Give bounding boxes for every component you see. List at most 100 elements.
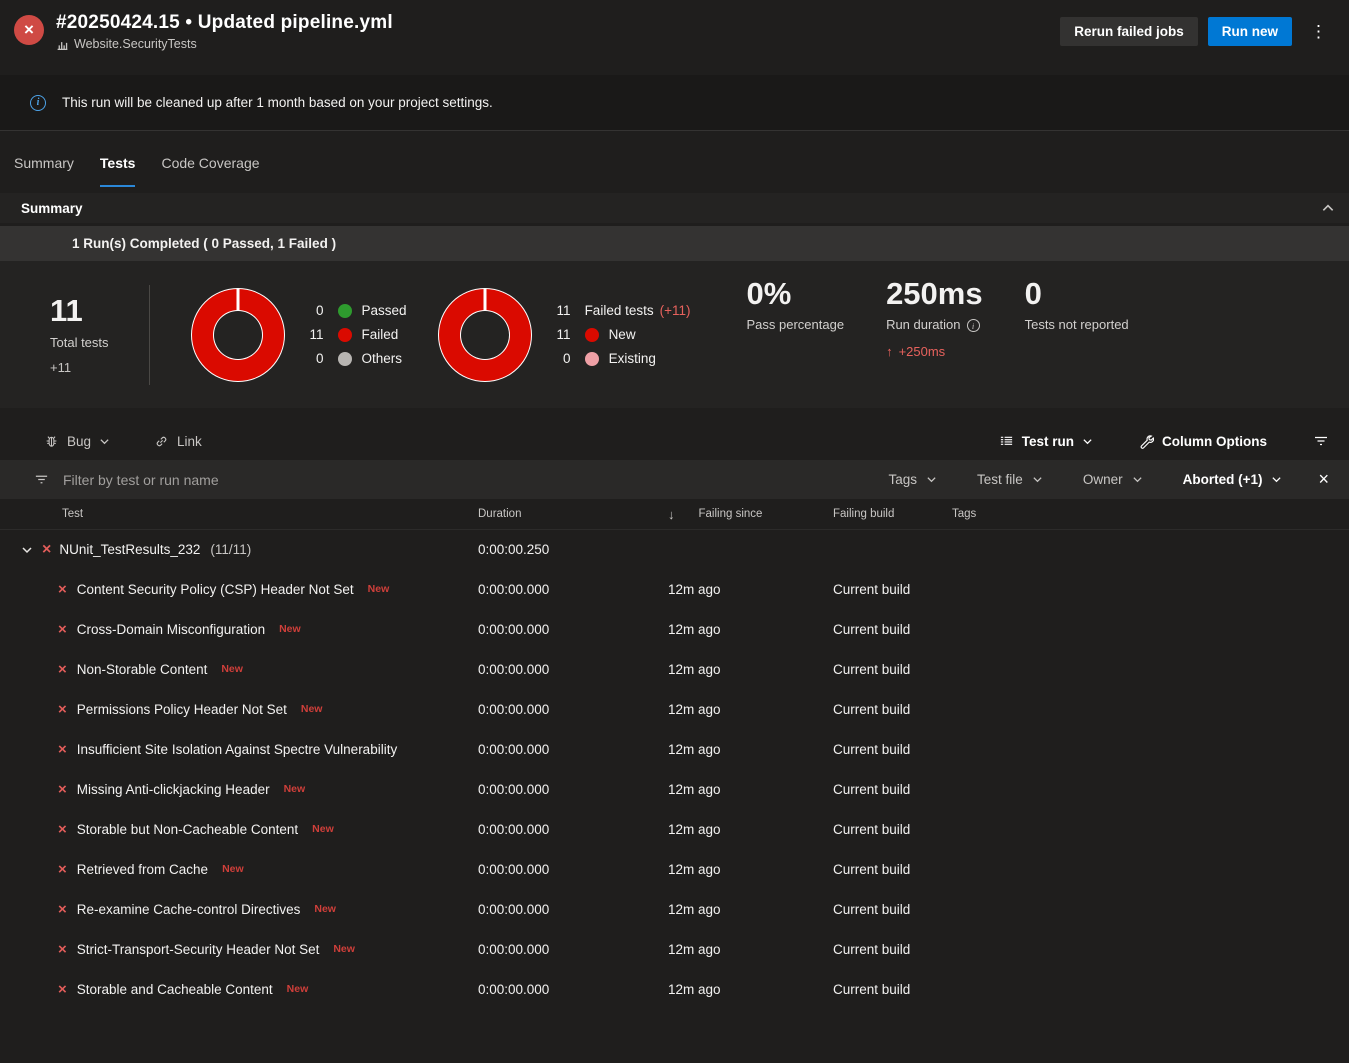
others-dot bbox=[338, 352, 352, 366]
run-new-button[interactable]: Run new bbox=[1208, 17, 1292, 46]
table-row[interactable]: × Permissions Policy Header Not Set New … bbox=[0, 689, 1349, 729]
test-name[interactable]: Storable and Cacheable Content bbox=[77, 982, 273, 997]
tab-tests[interactable]: Tests bbox=[100, 155, 136, 187]
filter-owner-dropdown[interactable]: Owner bbox=[1083, 472, 1143, 487]
new-badge: New bbox=[279, 623, 301, 635]
failed-icon: × bbox=[58, 782, 67, 797]
bug-menu-button[interactable]: Bug bbox=[44, 434, 110, 449]
table-row[interactable]: × Storable and Cacheable Content New 0:0… bbox=[0, 969, 1349, 1009]
total-tests-value: 11 bbox=[50, 294, 109, 328]
grouped-list-icon bbox=[999, 434, 1014, 449]
test-name[interactable]: Insufficient Site Isolation Against Spec… bbox=[77, 742, 397, 757]
test-name[interactable]: Non-Storable Content bbox=[77, 662, 208, 677]
failing-build-link[interactable]: Current build bbox=[833, 782, 952, 797]
tab-summary[interactable]: Summary bbox=[14, 155, 74, 187]
table-row[interactable]: × Retrieved from Cache New 0:00:00.000 1… bbox=[0, 849, 1349, 889]
table-row[interactable]: × Strict-Transport-Security Header Not S… bbox=[0, 929, 1349, 969]
new-badge: New bbox=[368, 583, 390, 595]
more-options-icon[interactable]: ⋮ bbox=[1302, 20, 1335, 44]
failed-tests-legend: 11 Failed tests (+11) 11 New 0 Existing bbox=[549, 303, 691, 366]
column-options-button[interactable]: Column Options bbox=[1139, 434, 1267, 449]
failing-build-link[interactable]: Current build bbox=[833, 702, 952, 717]
failing-build-link[interactable]: Current build bbox=[833, 822, 952, 837]
column-duration[interactable]: Duration bbox=[478, 508, 668, 520]
test-name[interactable]: Strict-Transport-Security Header Not Set bbox=[77, 942, 320, 957]
filter-input-icon bbox=[34, 472, 49, 487]
test-run-count: (11/11) bbox=[210, 542, 251, 557]
test-run-group-row[interactable]: × NUnit_TestResults_232 (11/11) 0:00:00.… bbox=[0, 530, 1349, 569]
summary-section-header[interactable]: Summary bbox=[0, 193, 1349, 223]
test-run-name[interactable]: NUnit_TestResults_232 bbox=[59, 542, 200, 557]
test-name[interactable]: Cross-Domain Misconfiguration bbox=[77, 622, 265, 637]
failing-build-link[interactable]: Current build bbox=[833, 982, 952, 997]
test-name[interactable]: Storable but Non-Cacheable Content bbox=[77, 822, 298, 837]
new-badge: New bbox=[333, 943, 355, 955]
duration-value: 0:00:00.000 bbox=[478, 942, 668, 957]
clear-filter-icon[interactable]: × bbox=[1318, 469, 1329, 490]
failed-dot bbox=[338, 328, 352, 342]
tab-code-coverage[interactable]: Code Coverage bbox=[161, 155, 259, 187]
collapse-chevron-up-icon[interactable] bbox=[1321, 201, 1335, 215]
duration-info-icon[interactable]: i bbox=[967, 319, 980, 332]
chevron-down-icon bbox=[1271, 474, 1282, 485]
test-name[interactable]: Content Security Policy (CSP) Header Not… bbox=[77, 582, 354, 597]
column-failing-since[interactable]: ↓ Failing since bbox=[668, 507, 833, 522]
failing-build-link[interactable]: Current build bbox=[833, 942, 952, 957]
failed-tests-donut-chart bbox=[439, 289, 531, 381]
filter-outcome-dropdown[interactable]: Aborted (+1) bbox=[1183, 472, 1283, 487]
expand-chevron-icon[interactable] bbox=[20, 544, 34, 556]
pipeline-name-link[interactable]: Website.SecurityTests bbox=[74, 37, 197, 51]
filter-toggle-button[interactable] bbox=[1313, 433, 1329, 449]
legend-passed: 0 Passed bbox=[302, 303, 407, 318]
column-test[interactable]: Test bbox=[20, 508, 478, 520]
table-row[interactable]: × Insufficient Site Isolation Against Sp… bbox=[0, 729, 1349, 769]
link-button[interactable]: Link bbox=[154, 434, 202, 449]
test-name[interactable]: Permissions Policy Header Not Set bbox=[77, 702, 287, 717]
failing-since-value: 12m ago bbox=[668, 582, 833, 597]
wrench-icon bbox=[1139, 434, 1154, 449]
test-name[interactable]: Re-examine Cache-control Directives bbox=[77, 902, 301, 917]
failing-build-link[interactable]: Current build bbox=[833, 862, 952, 877]
column-failing-build[interactable]: Failing build bbox=[833, 508, 952, 520]
failed-icon: × bbox=[58, 942, 67, 957]
rerun-failed-jobs-button[interactable]: Rerun failed jobs bbox=[1060, 17, 1198, 46]
new-dot bbox=[585, 328, 599, 342]
outcome-legend: 0 Passed 11 Failed 0 Others bbox=[302, 303, 407, 366]
table-row[interactable]: × Cross-Domain Misconfiguration New 0:00… bbox=[0, 609, 1349, 649]
filter-test-file-dropdown[interactable]: Test file bbox=[977, 472, 1043, 487]
test-name[interactable]: Missing Anti-clickjacking Header bbox=[77, 782, 270, 797]
failing-build-link[interactable]: Current build bbox=[833, 902, 952, 917]
failing-build-link[interactable]: Current build bbox=[833, 662, 952, 677]
run-duration-value: 250ms bbox=[886, 277, 983, 311]
total-tests-delta: +11 bbox=[50, 360, 109, 375]
failed-tests-delta: (+11) bbox=[660, 303, 691, 318]
test-name[interactable]: Retrieved from Cache bbox=[77, 862, 208, 877]
failing-build-link[interactable]: Current build bbox=[833, 742, 952, 757]
filter-input[interactable] bbox=[63, 472, 483, 488]
filter-bar: Tags Test file Owner Aborted (+1) × bbox=[0, 460, 1349, 499]
column-tags[interactable]: Tags bbox=[952, 508, 1349, 520]
table-row[interactable]: × Missing Anti-clickjacking Header New 0… bbox=[0, 769, 1349, 809]
failing-build-link[interactable]: Current build bbox=[833, 582, 952, 597]
run-duration-stat: 250ms Run durationi ↑ +250ms bbox=[886, 261, 983, 359]
not-reported-value: 0 bbox=[1025, 277, 1129, 311]
table-row[interactable]: × Re-examine Cache-control Directives Ne… bbox=[0, 889, 1349, 929]
duration-value: 0:00:00.000 bbox=[478, 662, 668, 677]
test-run-grouping-button[interactable]: Test run bbox=[999, 434, 1093, 449]
chevron-down-icon bbox=[99, 436, 110, 447]
failed-icon: × bbox=[42, 542, 51, 558]
runs-completed-bar: 1 Run(s) Completed ( 0 Passed, 1 Failed … bbox=[0, 226, 1349, 261]
filter-tags-dropdown[interactable]: Tags bbox=[889, 472, 938, 487]
failing-build-link[interactable]: Current build bbox=[833, 622, 952, 637]
new-badge: New bbox=[284, 783, 306, 795]
divider bbox=[149, 285, 150, 385]
failing-since-value: 12m ago bbox=[668, 982, 833, 997]
table-row[interactable]: × Content Security Policy (CSP) Header N… bbox=[0, 569, 1349, 609]
table-row[interactable]: × Non-Storable Content New 0:00:00.000 1… bbox=[0, 649, 1349, 689]
failed-icon: × bbox=[58, 702, 67, 717]
run-tabs: Summary Tests Code Coverage bbox=[0, 131, 1349, 187]
new-badge: New bbox=[222, 863, 244, 875]
table-row[interactable]: × Storable but Non-Cacheable Content New… bbox=[0, 809, 1349, 849]
page-title: #20250424.15 • Updated pipeline.yml bbox=[56, 12, 1060, 34]
duration-value: 0:00:00.000 bbox=[478, 862, 668, 877]
